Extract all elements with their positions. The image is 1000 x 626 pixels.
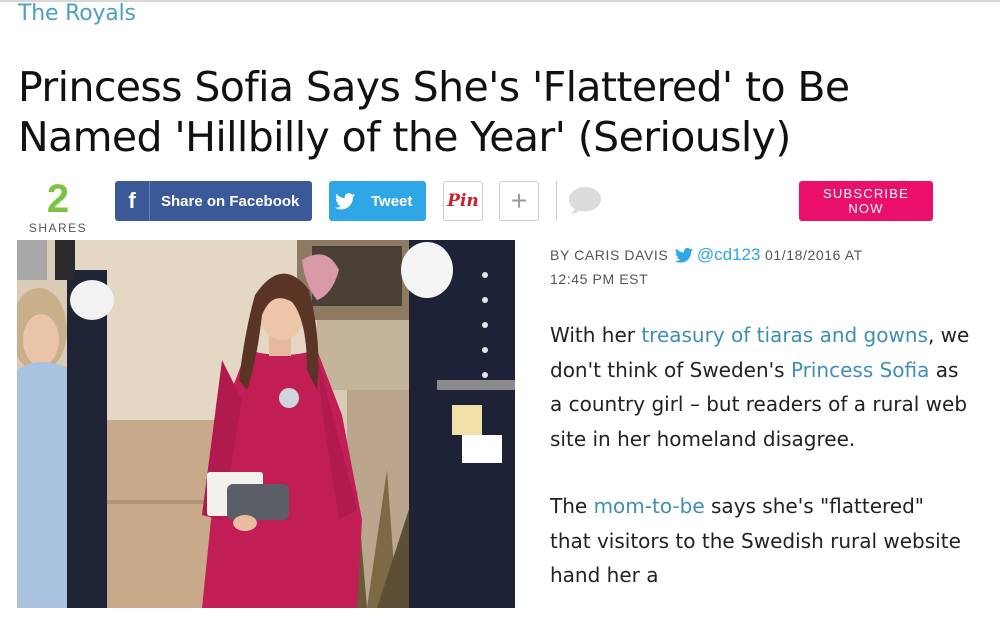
twitter-bird-icon — [674, 248, 693, 263]
section-link-the-royals[interactable]: The Royals — [18, 0, 136, 28]
link-princess-sofia[interactable]: Princess Sofia — [791, 358, 929, 382]
author-twitter-handle[interactable]: @cd123 — [697, 245, 761, 264]
share-divider — [556, 181, 557, 221]
share-count: 2 — [46, 177, 70, 221]
article-body: With her treasury of tiaras and gowns, w… — [550, 318, 970, 626]
more-share-button[interactable]: + — [499, 181, 539, 221]
link-treasury-of-tiaras[interactable]: treasury of tiaras and gowns — [641, 323, 928, 347]
plus-icon: + — [510, 185, 528, 216]
share-count-label: SHARES — [28, 221, 88, 235]
share-facebook-button[interactable]: f Share on Facebook — [115, 181, 312, 221]
article-photo[interactable] — [17, 240, 515, 608]
link-mom-to-be[interactable]: mom-to-be — [594, 494, 705, 518]
subscribe-now-button[interactable]: SUBSCRIBE NOW — [799, 181, 933, 221]
byline: BY CARIS DAVIS @cd123 01/18/2016 AT 12:4… — [550, 243, 950, 291]
headline-line-2: Named 'Hillbilly of the Year' (Seriously… — [18, 113, 791, 161]
facebook-icon: f — [115, 181, 150, 221]
tweet-label: Tweet — [371, 192, 413, 210]
headline-line-1: Princess Sofia Says She's 'Flattered' to… — [18, 63, 850, 111]
share-facebook-label: Share on Facebook — [161, 192, 300, 210]
princess-sofia-photo — [17, 240, 515, 608]
pinterest-button[interactable]: Pin — [443, 181, 483, 221]
byline-date: 01/18/2016 AT — [764, 247, 863, 263]
comment-bubble-icon[interactable] — [568, 186, 602, 221]
byline-author: BY CARIS DAVIS — [550, 247, 669, 263]
text-span: With her — [550, 323, 642, 347]
byline-time: 12:45 PM EST — [550, 271, 649, 287]
paragraph-1: With her treasury of tiaras and gowns, w… — [550, 318, 970, 456]
paragraph-2: The mom-to-be says she's "flattered" tha… — [550, 489, 970, 593]
tweet-button[interactable]: Tweet — [329, 181, 426, 221]
article-headline: Princess Sofia Says She's 'Flattered' to… — [18, 62, 918, 162]
text-span: The — [550, 494, 594, 518]
twitter-bird-icon — [329, 181, 361, 221]
pinterest-icon: Pin — [447, 191, 479, 211]
top-border — [0, 0, 1000, 2]
